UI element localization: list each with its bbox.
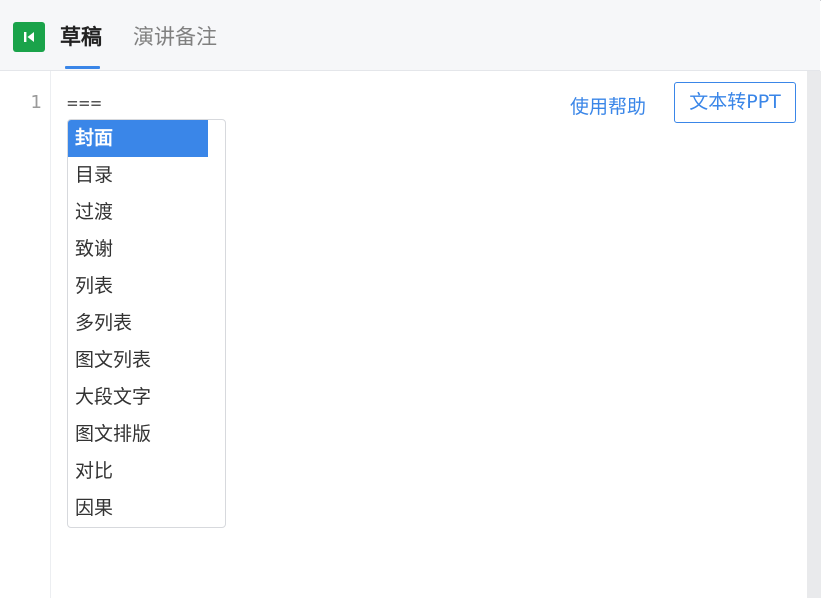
dropdown-item-cover[interactable]: 封面 xyxy=(68,120,208,157)
dropdown-item-thanks[interactable]: 致谢 xyxy=(68,231,113,268)
dropdown-item-long-text[interactable]: 大段文字 xyxy=(68,379,151,416)
dropdown-item-comparison[interactable]: 对比 xyxy=(68,453,113,490)
dropdown-item-multi-list[interactable]: 多列表 xyxy=(68,305,132,342)
text-to-ppt-button[interactable]: 文本转PPT xyxy=(674,82,796,123)
text-editor[interactable]: 1 === 使用帮助 文本转PPT 封面 目录 过渡 致谢 列表 多列表 图文列… xyxy=(0,71,807,598)
autocomplete-dropdown: 封面 目录 过渡 致谢 列表 多列表 图文列表 大段文字 图文排版 对比 因果 xyxy=(67,119,226,528)
tab-draft[interactable]: 草稿 xyxy=(60,22,102,52)
dropdown-item-image-text-list[interactable]: 图文列表 xyxy=(68,342,151,379)
editor-header: 草稿 演讲备注 xyxy=(0,0,820,71)
active-tab-indicator xyxy=(65,66,100,69)
dropdown-item-image-text-layout[interactable]: 图文排版 xyxy=(68,416,151,453)
editor-line[interactable]: === xyxy=(67,93,103,114)
dropdown-item-transition[interactable]: 过渡 xyxy=(68,194,113,231)
line-gutter: 1 xyxy=(0,71,51,598)
skip-back-icon xyxy=(24,32,34,42)
vertical-scrollbar[interactable] xyxy=(807,71,821,598)
dropdown-item-toc[interactable]: 目录 xyxy=(68,157,113,194)
line-number: 1 xyxy=(30,92,42,113)
dropdown-item-cause-effect[interactable]: 因果 xyxy=(68,490,113,527)
help-link[interactable]: 使用帮助 xyxy=(570,92,646,119)
tab-speaker-notes[interactable]: 演讲备注 xyxy=(133,22,217,52)
dropdown-item-list[interactable]: 列表 xyxy=(68,268,113,305)
collapse-panel-button[interactable] xyxy=(13,22,45,52)
